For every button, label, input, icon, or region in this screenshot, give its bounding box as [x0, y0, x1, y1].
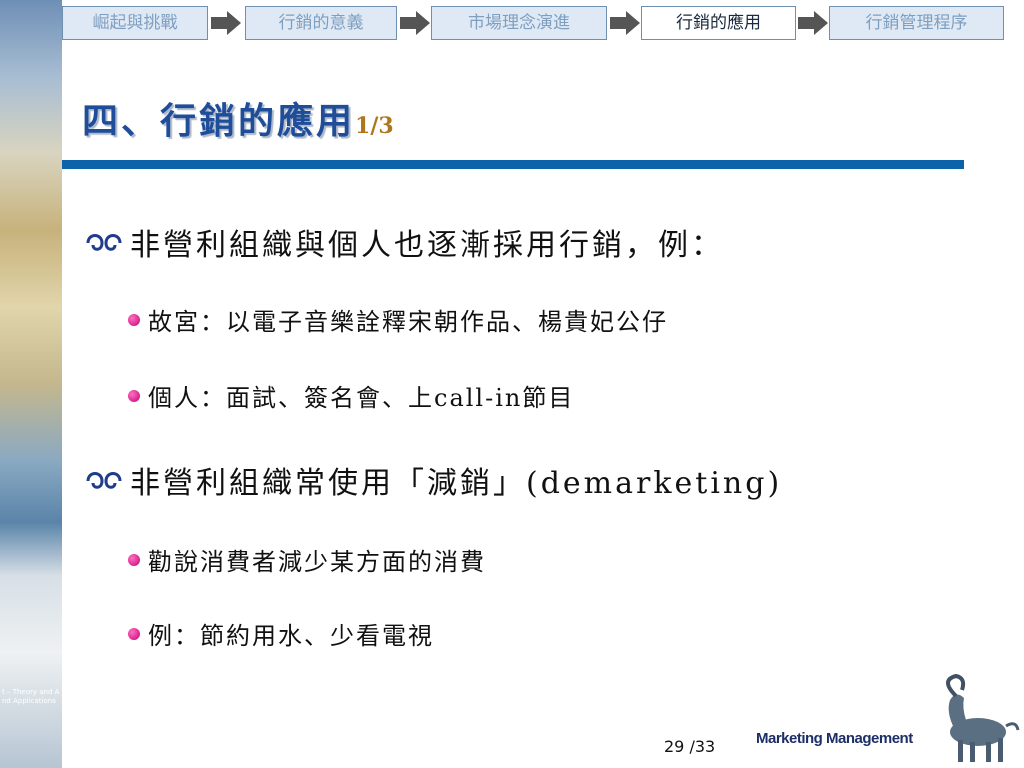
bullet-text: 個人：面試、簽名會、上call-in節目	[148, 384, 575, 412]
page-number: 29 /33	[664, 737, 715, 756]
dot-bullet-icon	[128, 627, 140, 640]
goat-logo-icon	[946, 673, 1020, 762]
slide-title-text: 四、行銷的應用	[82, 100, 356, 142]
arrow-right-icon	[211, 11, 241, 35]
sidebar-caption-line: nd Applications	[2, 697, 56, 705]
bullet-text: 非營利組織與個人也逐漸採用行銷，例：	[130, 228, 724, 263]
arrow-right-icon	[610, 11, 640, 35]
loop-bullet-icon	[86, 234, 122, 251]
tab-marketing-application[interactable]: 行銷的應用	[641, 6, 796, 40]
slide-title-page: 1/3	[355, 113, 394, 139]
title-divider	[62, 160, 964, 169]
slide-title: 四、行銷的應用1/3	[82, 92, 394, 144]
arrow-right-icon	[798, 11, 828, 35]
sub-bullet-item: 故宮：以電子音樂詮釋宋朝作品、楊貴妃公仔	[128, 302, 668, 337]
bullet-item: 非營利組織常使用「減銷」(demarketing)	[84, 458, 782, 502]
arrow-right-icon	[400, 11, 430, 35]
tab-marketing-meaning[interactable]: 行銷的意義	[245, 6, 397, 40]
sidebar-photo: t – Theory and A nd Applications	[0, 0, 62, 768]
tab-rise-challenge[interactable]: 崛起與挑戰	[62, 6, 208, 40]
sidebar-caption: t – Theory and A nd Applications	[2, 688, 62, 706]
tab-marketing-process[interactable]: 行銷管理程序	[829, 6, 1004, 40]
dot-bullet-icon	[128, 553, 140, 566]
bullet-item: 非營利組織與個人也逐漸採用行銷，例：	[84, 220, 724, 264]
section-nav: 崛起與挑戰 行銷的意義 市場理念演進 行銷的應用 行銷管理程序	[62, 3, 1024, 43]
sub-bullet-item: 勸說消費者減少某方面的消費	[128, 542, 486, 577]
tab-market-concept[interactable]: 市場理念演進	[431, 6, 607, 40]
bullet-text: 非營利組織常使用「減銷」(demarketing)	[130, 466, 783, 501]
loop-bullet-icon	[86, 472, 122, 489]
sidebar-caption-line: t – Theory and A	[2, 688, 60, 696]
page-total: /33	[689, 737, 716, 756]
bullet-text: 例：節約用水、少看電視	[148, 622, 434, 650]
sub-bullet-item: 個人：面試、簽名會、上call-in節目	[128, 378, 574, 413]
dot-bullet-icon	[128, 389, 140, 402]
page-current: 29	[664, 737, 685, 756]
dot-bullet-icon	[128, 313, 140, 326]
bullet-text: 故宮：以電子音樂詮釋宋朝作品、楊貴妃公仔	[148, 308, 668, 336]
brand-logo-text: Marketing Management	[756, 730, 913, 747]
sub-bullet-item: 例：節約用水、少看電視	[128, 616, 434, 651]
bullet-text: 勸說消費者減少某方面的消費	[148, 548, 486, 576]
